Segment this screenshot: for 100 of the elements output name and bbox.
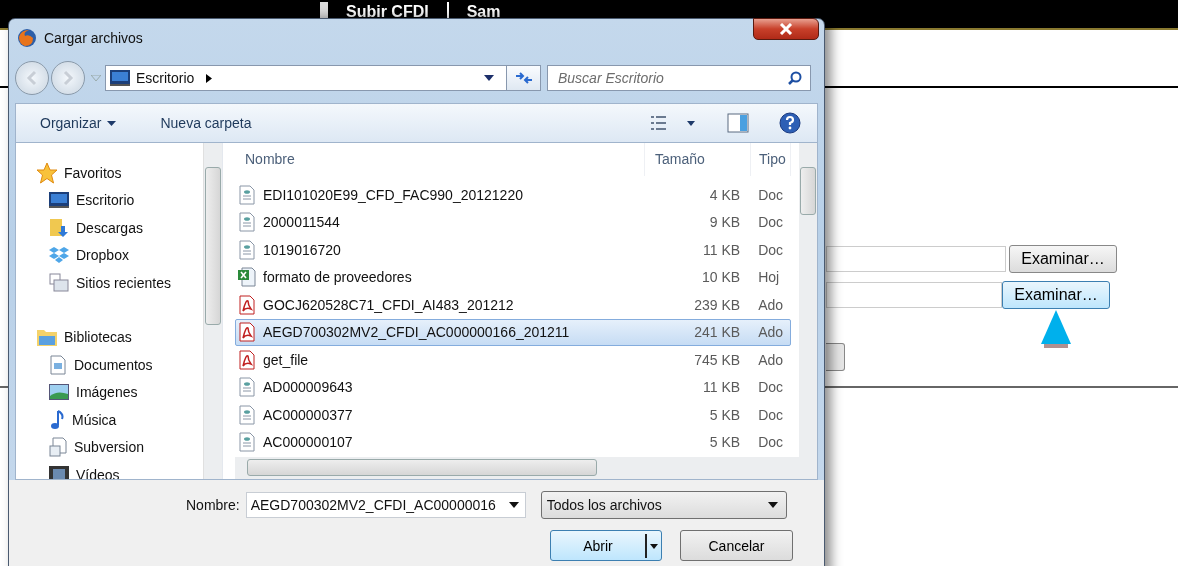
file-row[interactable]: get_file 745 KB Ado (235, 346, 791, 374)
open-button[interactable]: Abrir (550, 530, 662, 561)
sidebar-item[interactable]: Descargas (36, 214, 203, 242)
file-type: Ado (757, 351, 785, 368)
document-icon (238, 404, 256, 425)
star-icon (36, 161, 58, 184)
sidebar-item[interactable]: Documentos (36, 351, 203, 379)
file-type: Doc (757, 406, 785, 423)
horizontal-scrollbar[interactable] (235, 457, 817, 479)
sidebar-item[interactable]: Subversion (36, 433, 203, 461)
file-row[interactable]: AC000000107 5 KB Doc (235, 428, 791, 456)
browse-button[interactable]: Examinar… (1002, 281, 1110, 309)
search-icon (788, 71, 802, 85)
film-icon (49, 465, 69, 479)
file-name: EDI101020E99_CFD_FAC990_20121220 (263, 186, 523, 203)
file-size: 5 KB (708, 406, 742, 423)
file-name: AEGD700302MV2_CFDI_AC000000166_201211 (263, 324, 570, 341)
file-name: formato de proveedores (263, 269, 412, 286)
file-row[interactable]: GOCJ620528C71_CFDI_AI483_201212 239 KB Ado (235, 291, 791, 319)
file-type: Hoj (757, 269, 781, 286)
document-icon (238, 377, 256, 398)
folder-icon (36, 327, 58, 348)
field-label: Nombre: (186, 497, 240, 513)
sidebar-item[interactable]: Escritorio (36, 186, 203, 214)
pdf-icon (238, 349, 256, 370)
file-name: 2000011544 (263, 214, 340, 231)
cancel-button[interactable]: Cancelar (680, 530, 793, 561)
download-folder-icon (49, 217, 69, 238)
close-button[interactable] (753, 18, 819, 40)
search-field[interactable]: Buscar Escritorio (547, 65, 811, 91)
file-name: AC000000107 (263, 434, 353, 451)
file-row[interactable]: EDI101020E99_CFD_FAC990_20121220 4 KB Doc (235, 181, 791, 209)
submit-button[interactable] (826, 343, 845, 371)
sidebar-group[interactable]: Bibliotecas (36, 323, 203, 351)
toolbar-button[interactable]: Organizar (34, 111, 123, 135)
address-bar[interactable]: Escritorio (105, 65, 507, 91)
document-icon (238, 212, 256, 233)
refresh-icon (513, 70, 534, 86)
sidebar-item[interactable]: Música (36, 406, 203, 434)
close-icon (779, 23, 793, 35)
window-title: Cargar archivos (44, 30, 143, 46)
column-header[interactable]: Nombre (235, 143, 645, 176)
file-size: 10 KB (701, 269, 742, 286)
caret-icon (767, 502, 778, 508)
file-size: 4 KB (708, 186, 742, 203)
spreadsheet-icon (238, 267, 256, 288)
document-icon (238, 239, 256, 260)
file-row[interactable]: AEGD700302MV2_CFDI_AC000000166_201211 241 KB Ado (235, 318, 791, 346)
column-header[interactable]: Tipo (751, 143, 791, 176)
file-type-dropdown[interactable]: Todos los archivos (540, 491, 787, 519)
monitor-icon (49, 192, 69, 209)
document-icon (49, 437, 67, 458)
breadcrumb-item[interactable]: Escritorio (136, 70, 195, 86)
file-type: Doc (757, 379, 785, 396)
file-type: Ado (757, 296, 785, 313)
chevron-icon (206, 73, 213, 83)
browse-button[interactable]: Examinar… (1009, 245, 1117, 273)
file-path-field[interactable] (826, 282, 1002, 308)
column-header[interactable]: Tamaño (645, 143, 751, 176)
file-type: Doc (757, 434, 785, 451)
sidebar-item[interactable]: Imágenes (36, 378, 203, 406)
file-row[interactable]: 1019016720 11 KB Doc (235, 236, 791, 264)
file-type: Ado (757, 324, 785, 341)
file-row[interactable]: 2000011544 9 KB Doc (235, 208, 791, 236)
sidebar-item[interactable]: Dropbox (36, 241, 203, 269)
scrollbar[interactable] (203, 143, 222, 479)
file-type: Doc (757, 214, 785, 231)
forward-button[interactable] (51, 61, 85, 95)
filename-field[interactable]: AEGD700302MV2_CFDI_AC00000016 (245, 492, 526, 518)
toolbar-button[interactable]: Nueva carpeta (154, 111, 258, 135)
document-icon (49, 354, 67, 375)
monitor-icon (110, 70, 130, 86)
file-size: 241 KB (693, 324, 742, 341)
file-size: 745 KB (693, 351, 742, 368)
file-name: AD000009643 (263, 379, 353, 396)
file-name: 1019016720 (263, 241, 341, 258)
file-name: get_file (263, 351, 309, 368)
sidebar-group[interactable]: Favoritos (36, 159, 203, 187)
file-name: AC000000377 (263, 406, 353, 423)
caret-icon (107, 120, 117, 126)
refresh-button[interactable] (507, 65, 541, 91)
recent-places-icon (49, 272, 69, 293)
file-size: 5 KB (708, 434, 742, 451)
pdf-icon (238, 322, 256, 343)
sidebar-item[interactable]: Sitios recientes (36, 269, 203, 297)
file-row[interactable]: AD000009643 11 KB Doc (235, 373, 791, 401)
pdf-icon (238, 294, 256, 315)
file-path-field[interactable] (826, 246, 1006, 272)
file-row[interactable]: formato de proveedores 10 KB Hoj (235, 263, 791, 291)
file-row[interactable]: AC000000377 5 KB Doc (235, 401, 791, 429)
dropdown-arrow-icon[interactable] (484, 75, 494, 81)
back-button[interactable] (15, 61, 49, 95)
split-caret-icon (645, 533, 661, 558)
file-type: Doc (757, 241, 785, 258)
scrollbar[interactable] (799, 143, 817, 457)
document-icon (238, 432, 256, 453)
music-note-icon (49, 409, 65, 430)
file-name: GOCJ620528C71_CFDI_AI483_201212 (263, 296, 514, 313)
image-icon (49, 384, 69, 401)
triangle-pointer-icon (1041, 310, 1071, 348)
